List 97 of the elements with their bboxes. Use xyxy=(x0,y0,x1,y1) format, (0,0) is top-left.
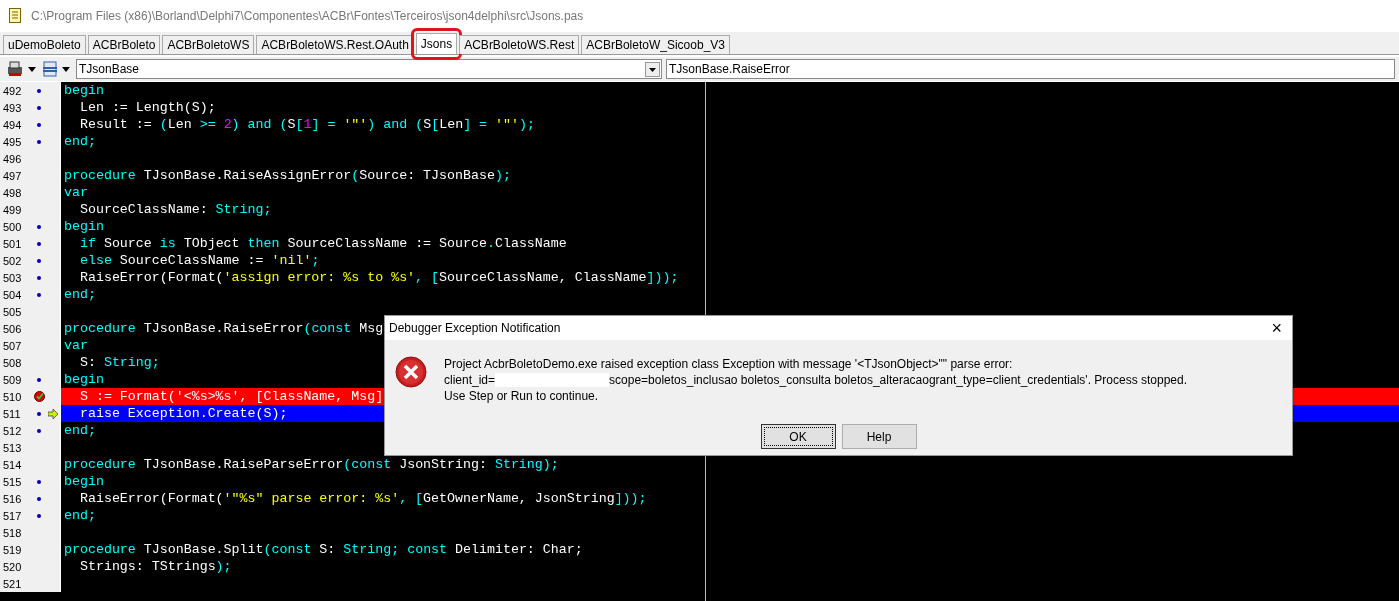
line-number: 501 xyxy=(2,237,23,250)
dot-icon xyxy=(37,377,42,382)
code-line: procedure TJsonBase.RaiseParseError(const JsonString: String); xyxy=(64,457,559,472)
dot-icon xyxy=(37,411,42,416)
arrow-icon xyxy=(48,408,59,419)
dot-icon xyxy=(37,241,42,246)
code-line: Result := (Len >= 2) and (S[1] = '"') and (S[Len] = '"'); xyxy=(78,117,535,132)
dot-icon xyxy=(37,88,42,93)
file-icon xyxy=(9,8,21,23)
editor-tab[interactable]: Jsons xyxy=(415,33,458,54)
close-button[interactable]: × xyxy=(1261,317,1292,339)
line-number: 516 xyxy=(2,492,23,505)
dialog-button[interactable]: Help xyxy=(841,424,917,449)
line-number: 508 xyxy=(2,356,23,369)
line-number: 500 xyxy=(2,220,23,233)
message-text: Project AcbrBoletoDemo.exe raised exception class Exception with message '<TJsonObject>"" parse error: xyxy=(444,356,1014,372)
dot-icon xyxy=(37,224,42,229)
code-line: S: String; xyxy=(78,355,160,370)
code-line: procedure TJsonBase.Split(const S: String; const Delimiter: Char; xyxy=(64,542,583,557)
error-icon xyxy=(395,356,427,388)
message-text: scope=boletos_inclusao boletos_consulta boletos_alteracaogrant_type=client_credentials'. Process stopped. xyxy=(609,372,1188,388)
code-line: var xyxy=(64,338,88,353)
code-line: begin xyxy=(64,83,104,98)
code-line: RaiseError(Format('assign error: %s to %s', [SourceClassName, ClassName])); xyxy=(78,270,679,285)
code-line: else SourceClassName := 'nil'; xyxy=(78,253,320,268)
code-line: begin xyxy=(64,372,104,387)
line-number: 507 xyxy=(2,339,23,352)
line-number: 504 xyxy=(2,288,23,301)
method-combo[interactable]: TJsonBase.RaiseError xyxy=(666,59,1395,79)
line-number: 498 xyxy=(2,186,23,199)
breakpoint-icon[interactable] xyxy=(33,391,45,402)
code-line: Strings: TStrings); xyxy=(78,559,232,574)
line-number: 511 xyxy=(2,407,22,420)
editor-tab[interactable]: ACBrBoletoWS.Rest.OAuth xyxy=(256,35,414,54)
editor-tab[interactable]: ACBrBoletoW_Sicoob_V3 xyxy=(581,35,730,54)
line-number: 519 xyxy=(2,543,23,556)
line-number: 493 xyxy=(2,101,23,114)
dot-icon xyxy=(37,479,42,484)
dropdown-icon[interactable] xyxy=(645,61,660,77)
editor-tab[interactable]: ACBrBoletoWS xyxy=(162,35,255,54)
code-line: raise Exception.Create(S); xyxy=(78,406,288,421)
dot-icon xyxy=(37,275,42,280)
dot-icon xyxy=(37,496,42,501)
printer-icon[interactable] xyxy=(6,61,24,77)
window-title: C:\Program Files (x86)\Borland\Delphi7\Componentes\ACBr\Fontes\Terceiros\json4delphi\src\Jsons.pas xyxy=(31,8,584,23)
line-number: 517 xyxy=(2,509,23,522)
caret-icon[interactable] xyxy=(62,66,70,72)
line-number: 509 xyxy=(2,373,23,386)
message-text: Use Step or Run to continue. xyxy=(444,388,600,404)
line-number: 520 xyxy=(2,560,23,573)
code-line: SourceClassName: String; xyxy=(78,202,272,217)
line-number: 499 xyxy=(2,203,23,216)
code-line: end; xyxy=(64,508,96,523)
code-line: if Source is TObject then SourceClassName := Source.ClassName xyxy=(78,236,567,251)
dot-icon xyxy=(37,258,42,263)
dot-icon xyxy=(37,428,42,433)
line-number: 515 xyxy=(2,475,23,488)
dot-icon xyxy=(37,139,42,144)
line-number: 518 xyxy=(2,526,23,539)
code-line: end; xyxy=(64,423,96,438)
document-icon[interactable] xyxy=(42,61,58,77)
code-line: S := Format('<%s>%s', [ClassName, Msg] xyxy=(78,389,384,404)
code-line: RaiseError(Format('"%s" parse error: %s', [GetOwnerName, JsonString])); xyxy=(78,491,647,506)
dot-icon xyxy=(37,122,42,127)
dialog-button[interactable]: OK xyxy=(760,424,836,449)
code-line: end; xyxy=(64,134,96,149)
code-line: end; xyxy=(64,287,96,302)
caret-icon[interactable] xyxy=(28,66,36,72)
code-line: var xyxy=(64,185,88,200)
line-number: 512 xyxy=(2,424,23,437)
line-number: 497 xyxy=(2,169,23,182)
dot-icon xyxy=(37,513,42,518)
line-number: 494 xyxy=(2,118,23,131)
code-line: procedure TJsonBase.RaiseError(const Msg xyxy=(64,321,384,336)
line-number: 505 xyxy=(2,305,23,318)
editor-tab[interactable]: ACBrBoleto xyxy=(87,35,161,54)
dot-icon xyxy=(37,292,42,297)
line-number: 506 xyxy=(2,322,23,335)
editor-tab[interactable]: ACBrBoletoWS.Rest xyxy=(459,35,580,54)
editor-tab[interactable]: uDemoBoleto xyxy=(3,35,86,54)
line-number: 496 xyxy=(2,152,23,165)
line-number: 495 xyxy=(2,135,23,148)
code-line: begin xyxy=(64,219,104,234)
line-number: 513 xyxy=(2,441,23,454)
line-number: 503 xyxy=(2,271,23,284)
class-combo[interactable]: TJsonBase xyxy=(76,59,662,79)
line-number: 521 xyxy=(2,577,23,590)
code-line: Len := Length(S); xyxy=(78,100,216,115)
code-line: procedure TJsonBase.RaiseAssignError(Source: TJsonBase); xyxy=(64,168,511,183)
line-number: 492 xyxy=(2,84,23,97)
code-line: begin xyxy=(64,474,104,489)
message-text: client_id= xyxy=(444,372,496,388)
dialog-title: Debugger Exception Notification xyxy=(389,321,561,335)
line-number: 514 xyxy=(2,458,23,471)
dot-icon xyxy=(37,105,42,110)
line-number: 502 xyxy=(2,254,23,267)
line-number: 510 xyxy=(2,390,23,403)
